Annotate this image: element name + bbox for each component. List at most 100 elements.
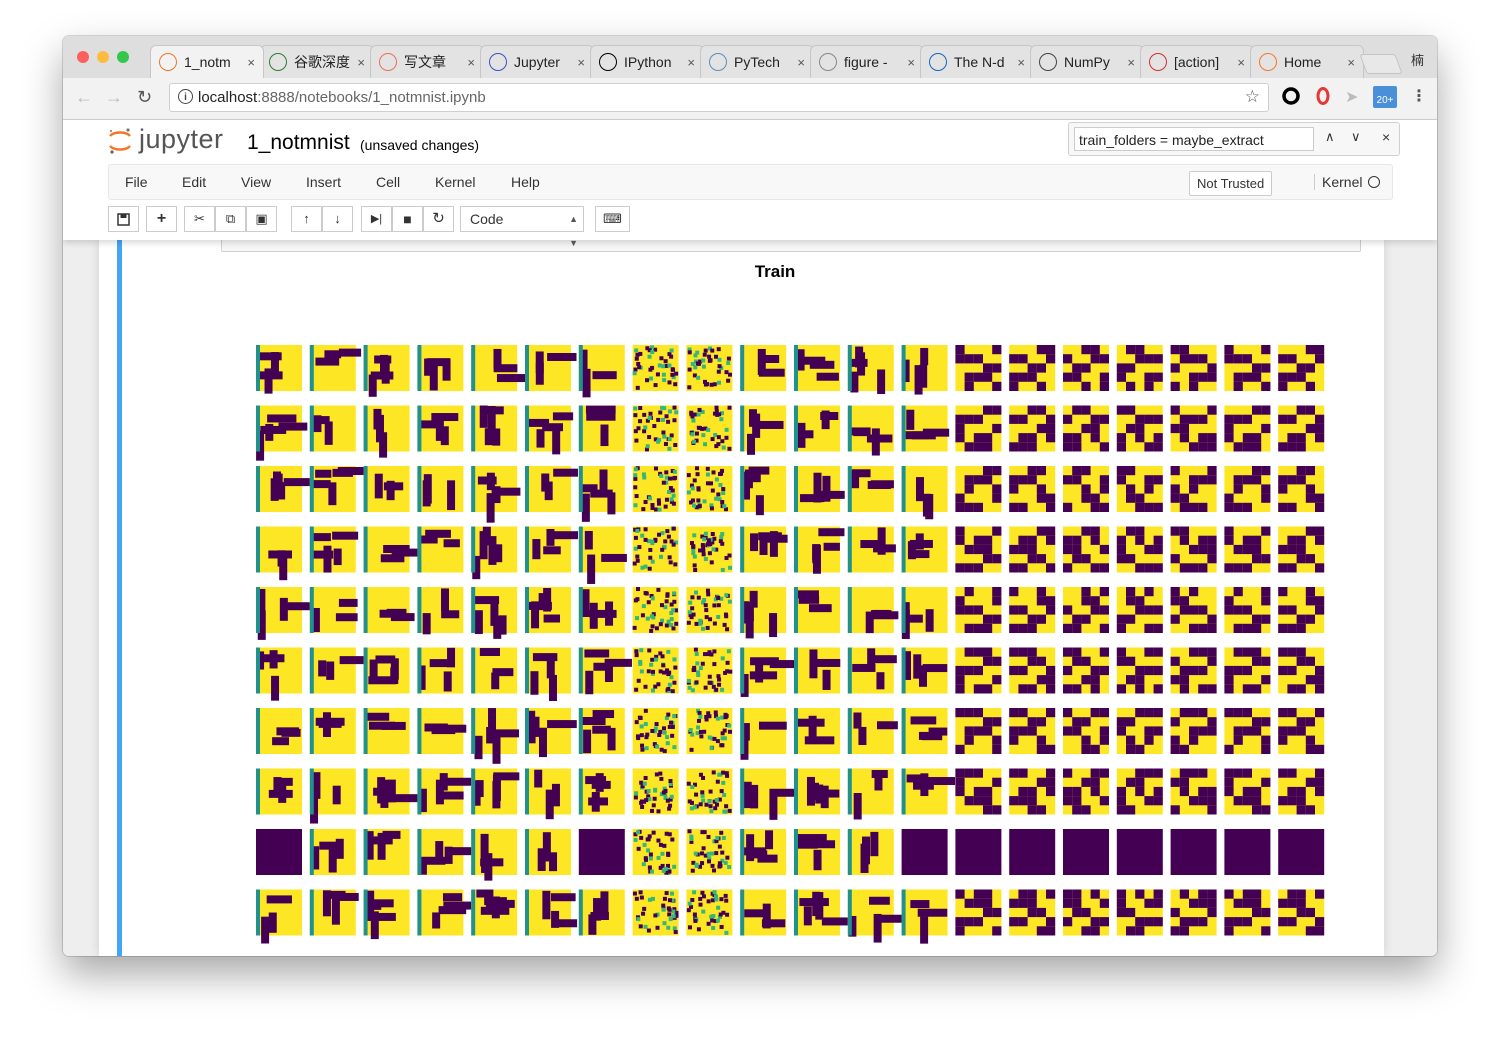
tab-close-icon[interactable]: × xyxy=(907,55,915,70)
minimize-window-button[interactable] xyxy=(97,51,109,63)
tab-6[interactable]: figure - × xyxy=(810,45,924,78)
tab-close-icon[interactable]: × xyxy=(467,55,475,70)
sample-image-tile xyxy=(632,708,679,754)
stop-icon[interactable]: ■ xyxy=(392,206,423,232)
sample-image-tile xyxy=(1116,526,1163,573)
save-icon[interactable] xyxy=(108,206,139,232)
find-close-button[interactable]: × xyxy=(1382,129,1390,145)
run-icon[interactable]: ▶| xyxy=(361,206,392,232)
tab-label: Jupyter xyxy=(514,54,560,70)
tab-close-icon[interactable]: × xyxy=(247,55,255,70)
sample-image-tile xyxy=(901,526,948,573)
sample-image-tile xyxy=(955,768,1002,815)
copy-icon[interactable]: ⧉ xyxy=(215,206,246,232)
tab-4[interactable]: IPython × xyxy=(590,45,704,78)
sample-image-tile xyxy=(955,829,1002,875)
menu-view[interactable]: View xyxy=(241,174,271,190)
tab-close-icon[interactable]: × xyxy=(1017,55,1025,70)
find-input[interactable]: train_folders = maybe_extract xyxy=(1074,127,1314,151)
back-arrow-icon[interactable]: ← xyxy=(75,87,93,108)
new-tab-button[interactable] xyxy=(1359,54,1403,74)
sample-image-tile xyxy=(1116,768,1163,815)
sample-image-tile xyxy=(740,526,788,573)
sample-image-tile xyxy=(1116,889,1163,936)
sample-image-tile xyxy=(525,829,571,875)
menu-cell[interactable]: Cell xyxy=(376,174,400,190)
cloud-icon xyxy=(709,53,727,71)
sample-image-tile xyxy=(1170,587,1217,633)
not-trusted-button[interactable]: Not Trusted xyxy=(1189,171,1273,196)
sample-image-tile xyxy=(525,708,577,758)
tab-close-icon[interactable]: × xyxy=(357,55,365,70)
sample-image-tile xyxy=(794,708,840,754)
zoom-window-button[interactable] xyxy=(117,51,129,63)
close-window-button[interactable] xyxy=(77,51,89,63)
tab-0[interactable]: 1_notm × xyxy=(150,45,264,78)
tab-3[interactable]: Jupyter × xyxy=(480,45,594,78)
reload-icon[interactable]: ↻ xyxy=(137,87,152,108)
tab-9[interactable]: [action] × xyxy=(1140,45,1254,78)
sample-image-tile xyxy=(256,829,302,875)
address-bar[interactable]: i localhost:8888/notebooks/1_notmnist.ip… xyxy=(169,83,1269,112)
tab-7[interactable]: The N-d × xyxy=(920,45,1034,78)
send-icon[interactable]: ➤ xyxy=(1345,87,1358,107)
profile-button[interactable]: 楠 xyxy=(1411,50,1424,69)
sample-image-tile xyxy=(578,587,625,633)
sample-image-tile xyxy=(417,829,472,875)
sample-image-tile xyxy=(955,708,1002,754)
tab-close-icon[interactable]: × xyxy=(577,55,585,70)
tab-10[interactable]: Home × xyxy=(1250,45,1364,78)
tab-5[interactable]: PyTech × xyxy=(700,45,814,78)
kernel-idle-icon xyxy=(1368,176,1381,188)
sample-image-tile xyxy=(309,829,356,875)
sample-image-tile xyxy=(1170,345,1217,391)
move-down-icon[interactable]: ↓ xyxy=(322,206,353,232)
find-next-button[interactable]: ∨ xyxy=(1351,129,1361,145)
opera-icon[interactable] xyxy=(1313,86,1333,111)
keyboard-icon[interactable]: ⌨ xyxy=(595,206,630,232)
jupyter-logo-icon[interactable] xyxy=(107,127,133,155)
find-previous-button[interactable]: ∧ xyxy=(1325,129,1335,145)
tab-1[interactable]: 谷歌深度 × xyxy=(260,45,374,78)
extension-circle-icon[interactable] xyxy=(1281,86,1301,111)
forward-arrow-icon[interactable]: → xyxy=(105,87,123,108)
sample-image-tile xyxy=(471,889,518,936)
sample-image-tile xyxy=(632,587,679,633)
menu-edit[interactable]: Edit xyxy=(182,174,206,190)
tab-close-icon[interactable]: × xyxy=(1347,55,1355,70)
notebook-name[interactable]: 1_notmnist xyxy=(247,131,350,155)
tab-8[interactable]: NumPy × xyxy=(1030,45,1144,78)
sample-image-tile xyxy=(847,647,897,694)
bookmark-star-icon[interactable]: ☆ xyxy=(1245,87,1260,107)
jupyter-logo-text[interactable]: jupyter xyxy=(139,124,224,155)
menu-dots-icon[interactable]: ⋮ xyxy=(1411,86,1427,106)
menu-insert[interactable]: Insert xyxy=(306,174,341,190)
menu-kernel[interactable]: Kernel xyxy=(435,174,475,190)
sample-image-tile xyxy=(632,647,679,694)
menu-file[interactable]: File xyxy=(125,174,148,190)
tab-2[interactable]: 写文章 × xyxy=(370,45,484,78)
tab-close-icon[interactable]: × xyxy=(687,55,695,70)
sample-image-tile xyxy=(1224,829,1271,875)
cut-icon[interactable]: ✂ xyxy=(184,206,215,232)
tab-close-icon[interactable]: × xyxy=(797,55,805,70)
cell-type-select[interactable]: Code ▲ ▼ xyxy=(460,206,584,248)
tab-close-icon[interactable]: × xyxy=(1127,55,1135,70)
move-up-icon[interactable]: ↑ xyxy=(291,206,322,232)
sample-image-grid xyxy=(256,345,1325,944)
sample-image-tile xyxy=(847,829,894,875)
insert-cell-icon[interactable]: + xyxy=(146,206,177,232)
sample-image-tile xyxy=(525,526,579,573)
sample-image-tile xyxy=(955,466,1002,512)
extension-badge-icon[interactable]: 20+ xyxy=(1373,86,1397,108)
sample-image-tile xyxy=(578,345,625,398)
restart-icon[interactable]: ↻ xyxy=(423,206,454,232)
url-text[interactable]: localhost:8888/notebooks/1_notmnist.ipyn… xyxy=(198,89,486,106)
sample-image-tile xyxy=(794,647,841,694)
paste-icon[interactable]: ▣ xyxy=(246,206,277,232)
sample-image-tile xyxy=(794,405,840,452)
menu-help[interactable]: Help xyxy=(511,174,540,190)
info-icon[interactable]: i xyxy=(178,89,193,104)
tab-close-icon[interactable]: × xyxy=(1237,55,1245,70)
sample-image-tile xyxy=(525,647,571,701)
